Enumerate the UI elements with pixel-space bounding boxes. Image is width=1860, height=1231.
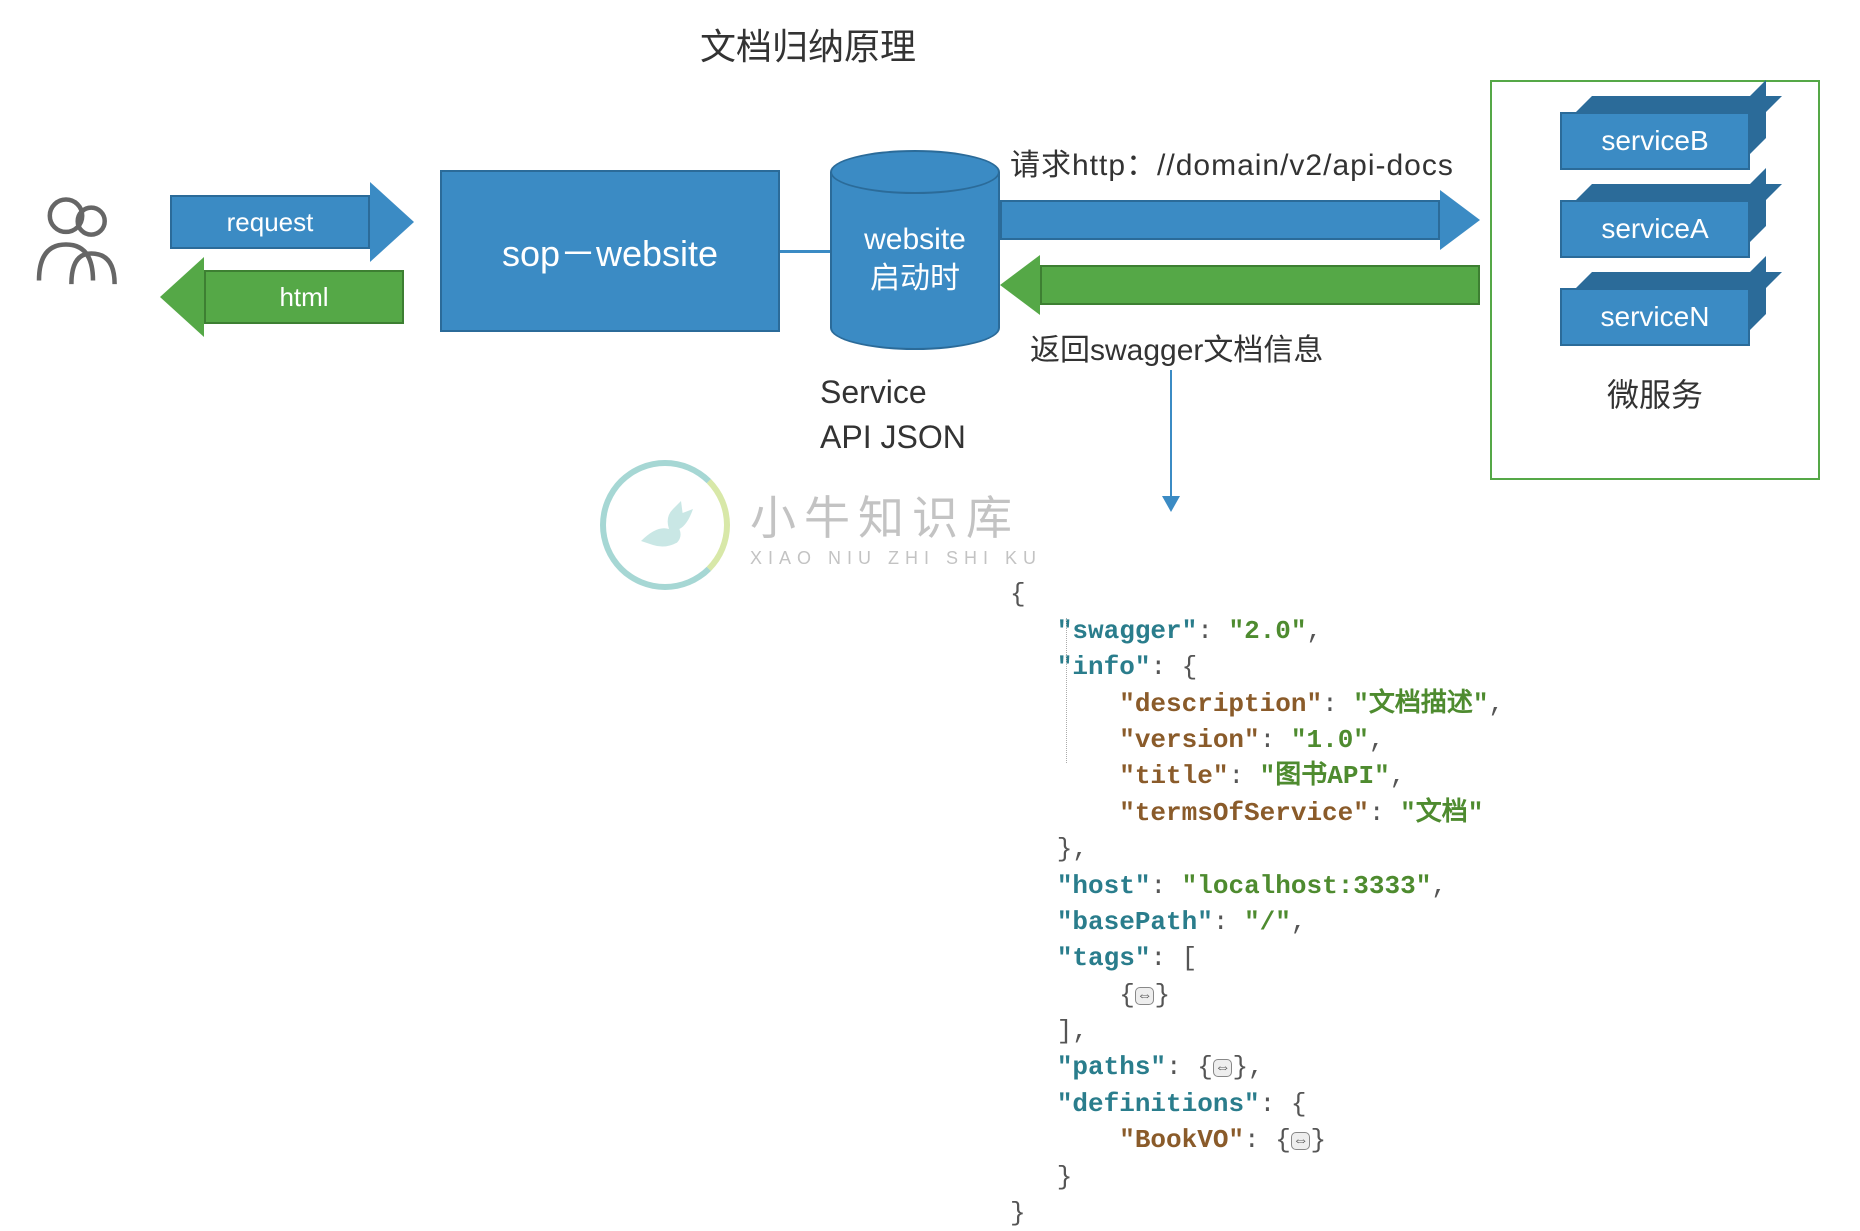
watermark-en: XIAO NIU ZHI SHI KU bbox=[750, 548, 1042, 569]
json-info-version: 1.0 bbox=[1306, 725, 1353, 755]
api-response-label: 返回swagger文档信息 bbox=[1030, 325, 1323, 369]
diagram-title: 文档归纳原理 bbox=[700, 18, 916, 70]
json-info-description: 文档描述 bbox=[1369, 689, 1473, 719]
folded-icon: ⇔ bbox=[1213, 1059, 1233, 1077]
json-info-title: 图书API bbox=[1275, 761, 1374, 791]
service-b-label: serviceB bbox=[1601, 125, 1708, 157]
json-info-tos: 文档 bbox=[1416, 798, 1468, 828]
folded-icon: ⇔ bbox=[1135, 987, 1155, 1005]
json-host: localhost:3333 bbox=[1197, 871, 1415, 901]
database-cylinder: website 启动时 bbox=[830, 150, 1000, 350]
service-n-label: serviceN bbox=[1601, 301, 1710, 333]
microservices-group: serviceB serviceA serviceN 微服务 bbox=[1490, 80, 1820, 480]
service-box: serviceB bbox=[1560, 96, 1750, 170]
service-box: serviceN bbox=[1560, 272, 1750, 346]
users-icon bbox=[30, 190, 120, 290]
api-request-arrow bbox=[1000, 200, 1480, 240]
cylinder-line1: website bbox=[830, 220, 1000, 259]
watermark-cn: 小牛知识库 bbox=[750, 482, 1042, 548]
api-request-label: 请求http：//domain/v2/api-docs bbox=[1010, 140, 1454, 184]
api-response-arrow bbox=[1000, 265, 1480, 305]
service-box: serviceA bbox=[1560, 184, 1750, 258]
json-swagger-version: 2.0 bbox=[1244, 616, 1291, 646]
json-basepath: / bbox=[1260, 907, 1276, 937]
sop-website-label: sop－website bbox=[502, 225, 718, 277]
cylinder-caption: Service API JSON bbox=[820, 370, 966, 460]
cylinder-line2: 启动时 bbox=[830, 259, 1000, 298]
json-down-arrow bbox=[1170, 370, 1172, 510]
html-arrow-label: html bbox=[279, 282, 328, 313]
request-arrow-label: request bbox=[227, 207, 314, 238]
cylinder-caption-2: API JSON bbox=[820, 415, 966, 460]
cylinder-caption-1: Service bbox=[820, 370, 966, 415]
html-response-arrow: html bbox=[160, 270, 404, 324]
folded-icon: ⇔ bbox=[1291, 1132, 1311, 1150]
request-arrow: request bbox=[170, 195, 414, 249]
sop-website-box: sop－website bbox=[440, 170, 780, 332]
microservices-label: 微服务 bbox=[1492, 370, 1818, 416]
swagger-json-sample: { "swagger": "2.0", "info": { "descripti… bbox=[1010, 540, 1610, 1231]
connector-line bbox=[780, 250, 830, 253]
watermark-logo-icon bbox=[600, 460, 730, 590]
service-a-label: serviceA bbox=[1601, 213, 1708, 245]
